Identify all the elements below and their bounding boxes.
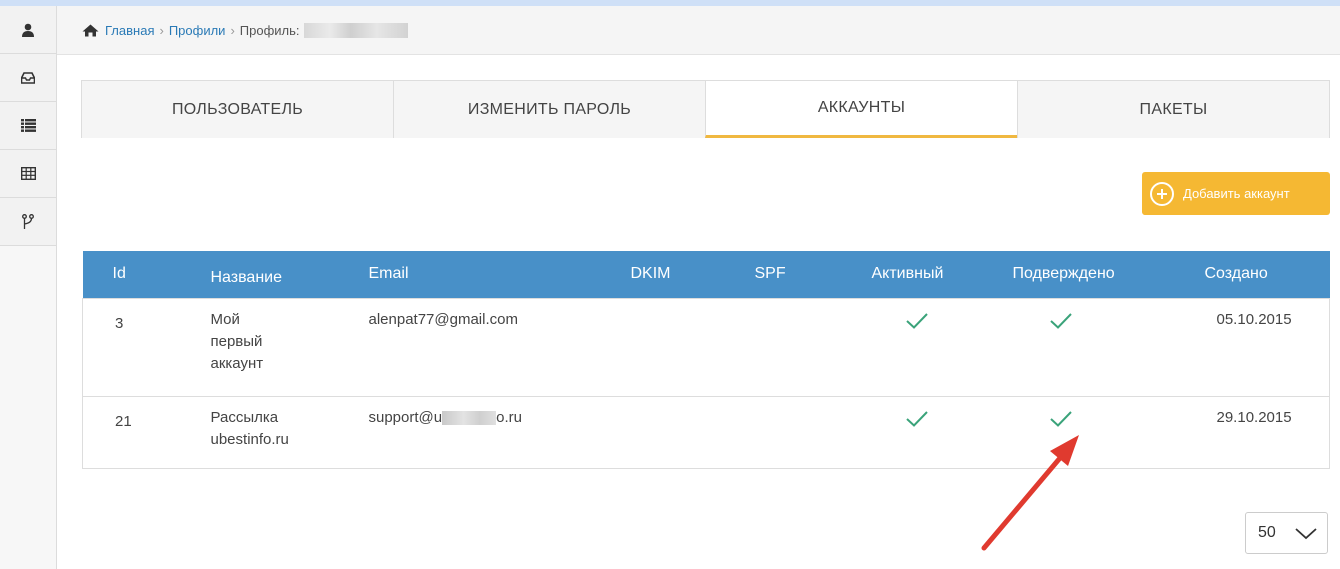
cell-name-line: ubestinfo.ru	[210, 430, 289, 448]
tab-accounts[interactable]: АККАУНТЫ	[705, 80, 1018, 138]
cell-dkim	[608, 396, 733, 468]
add-account-button[interactable]: Добавить аккаунт	[1142, 172, 1330, 215]
user-icon	[22, 23, 34, 37]
sidebar-item-inbox[interactable]	[0, 54, 56, 102]
tab-change-password[interactable]: ИЗМЕНИТЬ ПАРОЛЬ	[393, 80, 706, 138]
sidebar-item-branch[interactable]	[0, 198, 56, 246]
table-row[interactable]: 21 Рассылка ubestinfo.ru support@u o.ru	[82, 396, 1330, 468]
cell-name: Рассылка ubestinfo.ru	[211, 396, 369, 468]
cell-name-line: первый	[210, 332, 263, 350]
breadcrumb-profiles-link[interactable]: Профили	[169, 23, 226, 38]
cell-name-line: аккаунт	[210, 354, 264, 372]
cell-confirmed	[1000, 396, 1191, 468]
tab-packages[interactable]: ПАКЕТЫ	[1017, 80, 1330, 138]
cell-dkim	[608, 298, 733, 396]
cell-created: 05.10.2015	[1216, 310, 1292, 328]
add-account-label: Добавить аккаунт	[1183, 186, 1290, 201]
sidebar	[0, 6, 57, 569]
check-icon	[905, 312, 928, 329]
sidebar-item-table[interactable]	[0, 150, 56, 198]
check-icon	[905, 410, 928, 427]
main-content: Главная › Профили › Профиль: ПОЛЬЗОВАТЕЛ…	[57, 6, 1340, 569]
email-prefix: support@u	[368, 408, 443, 426]
sidebar-item-user[interactable]	[0, 6, 56, 54]
cell-email: alenpat77@gmail.com	[368, 310, 518, 328]
breadcrumb-home-link[interactable]: Главная	[105, 23, 154, 38]
cell-spf	[733, 396, 854, 468]
column-header-active[interactable]: Активный	[854, 251, 1000, 298]
cell-email: support@u o.ru	[369, 396, 608, 468]
column-header-confirmed[interactable]: Подверждено	[1000, 251, 1191, 298]
breadcrumb-current: Профиль:	[239, 22, 300, 38]
column-header-created[interactable]: Создано	[1191, 251, 1330, 298]
table-header-row: Id Название Email DKIM SPF Активный Подв…	[82, 251, 1330, 298]
cell-name: Мой первый аккаунт	[211, 298, 369, 396]
branch-icon	[22, 213, 34, 229]
page-size-select[interactable]: 50	[1245, 512, 1328, 554]
breadcrumb-separator: ›	[159, 22, 164, 38]
breadcrumb-separator: ›	[230, 22, 235, 38]
column-header-spf[interactable]: SPF	[733, 251, 854, 298]
cell-id: 3	[115, 314, 124, 332]
cell-name-line: Рассылка	[210, 408, 279, 426]
cell-created: 29.10.2015	[1216, 408, 1292, 426]
cell-id: 21	[115, 412, 132, 430]
inbox-icon	[21, 71, 35, 84]
breadcrumb: Главная › Профили › Профиль:	[57, 6, 1340, 55]
redacted-profile-name	[303, 22, 408, 38]
sidebar-item-list[interactable]	[0, 102, 56, 150]
plus-circle-icon	[1150, 181, 1174, 206]
cell-active	[854, 298, 1000, 396]
check-icon	[1049, 312, 1072, 329]
column-header-email[interactable]: Email	[369, 251, 608, 298]
column-header-id[interactable]: Id	[83, 251, 211, 298]
cell-active	[854, 396, 1000, 468]
cell-spf	[733, 298, 854, 396]
cell-name-line: Мой	[210, 310, 240, 328]
table-row[interactable]: 3 Мой первый аккаунт alenpat77@gmail.com	[82, 298, 1330, 396]
column-header-name[interactable]: Название	[211, 251, 369, 298]
check-icon	[1049, 410, 1072, 427]
cell-confirmed	[1000, 298, 1191, 396]
email-suffix: o.ru	[496, 408, 522, 426]
page-size-value: 50	[1258, 524, 1276, 541]
home-icon[interactable]	[82, 24, 99, 37]
redacted-email-part	[442, 410, 497, 425]
app-frame: Главная › Профили › Профиль: ПОЛЬЗОВАТЕЛ…	[0, 6, 1340, 569]
column-header-dkim[interactable]: DKIM	[608, 251, 733, 298]
profile-tabs: ПОЛЬЗОВАТЕЛЬ ИЗМЕНИТЬ ПАРОЛЬ АККАУНТЫ ПА…	[81, 80, 1330, 138]
table-icon	[20, 167, 36, 180]
accounts-table: Id Название Email DKIM SPF Активный Подв…	[82, 251, 1330, 469]
tab-user[interactable]: ПОЛЬЗОВАТЕЛЬ	[81, 80, 394, 138]
chevron-down-icon	[1295, 528, 1317, 540]
list-icon	[20, 119, 36, 132]
